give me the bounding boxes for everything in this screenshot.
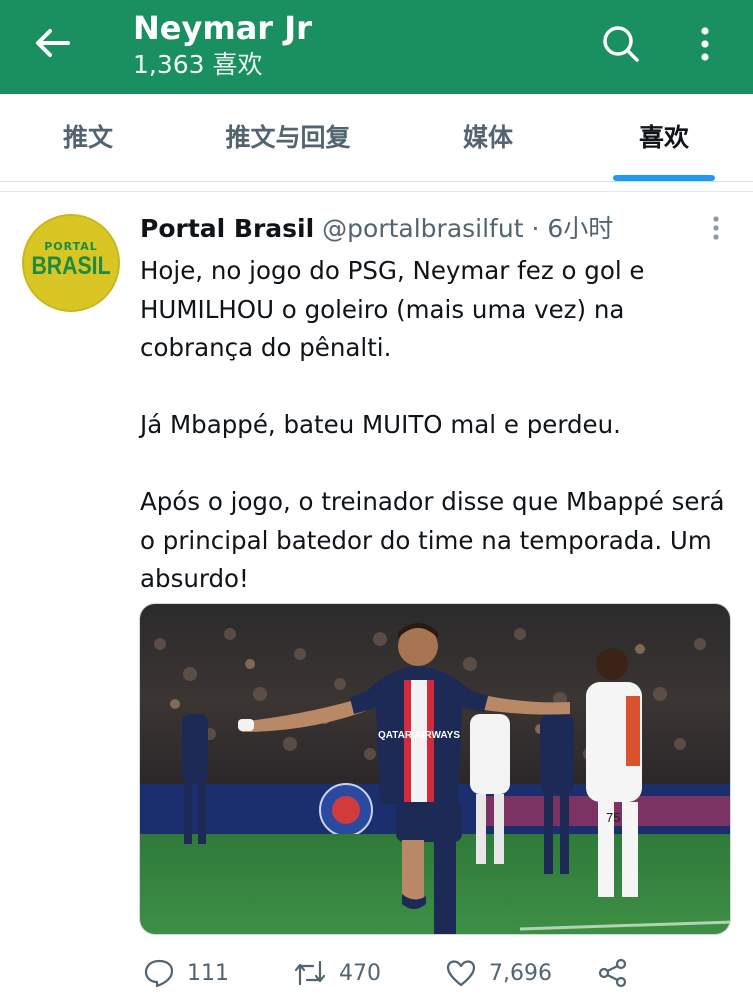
tab-tweets[interactable]: 推文 xyxy=(40,94,136,182)
jersey-sponsor-text: QATAR AIRWAYS xyxy=(378,730,460,741)
avatar-logo-text-main: BRASIL xyxy=(31,252,111,280)
search-button[interactable] xyxy=(597,20,645,68)
tweet-paragraph: Hoje, no jogo do PSG, Neymar fez o gol e… xyxy=(140,256,645,362)
more-vertical-icon xyxy=(701,27,709,61)
retweet-count: 470 xyxy=(339,960,381,986)
like-count: 7,696 xyxy=(489,960,552,986)
like-button[interactable]: 7,696 xyxy=(445,956,552,990)
avatar[interactable]: PORTAL BRASIL xyxy=(22,214,120,312)
tweet-timestamp[interactable]: 6小时 xyxy=(547,214,613,243)
tab-media[interactable]: 媒体 xyxy=(440,94,536,182)
retweet-icon xyxy=(294,960,326,986)
tabs-divider xyxy=(0,181,753,182)
tweet-paragraph: Já Mbappé, bateu MUITO mal e perdeu. xyxy=(140,410,621,439)
share-icon xyxy=(598,958,627,988)
author-name[interactable]: Portal Brasil xyxy=(140,214,314,243)
tweet-divider xyxy=(0,191,753,192)
tweet-text: Hoje, no jogo do PSG, Neymar fez o gol e… xyxy=(140,252,730,599)
football-celebration-image: 75 QATAR AIRWAYS xyxy=(140,604,730,934)
retweet-button[interactable]: 470 xyxy=(293,956,381,990)
tab-likes[interactable]: 喜欢 xyxy=(616,94,712,182)
more-options-button[interactable] xyxy=(684,20,726,68)
author-handle[interactable]: @portalbrasilfut xyxy=(322,214,523,243)
tweet-more-button[interactable] xyxy=(702,212,730,244)
tweet-paragraph: Após o jogo, o treinador disse que Mbapp… xyxy=(140,487,725,593)
arrow-left-icon xyxy=(36,29,70,57)
tweet-actions: 111 470 7,696 xyxy=(0,950,753,996)
search-icon xyxy=(603,26,639,62)
tweet-media-photo[interactable]: 75 QATAR AIRWAYS xyxy=(139,603,731,935)
likes-count-label: 1,363 喜欢 xyxy=(133,50,263,79)
tweet-header: Portal Brasil @portalbrasilfut · 6小时 xyxy=(140,210,613,248)
top-app-bar: Neymar Jr 1,363 喜欢 xyxy=(0,0,753,94)
reply-button[interactable]: 111 xyxy=(143,956,229,990)
profile-name: Neymar Jr xyxy=(133,9,312,47)
back-button[interactable] xyxy=(26,20,78,66)
more-vertical-icon xyxy=(713,216,719,240)
reply-icon xyxy=(144,959,174,988)
share-button[interactable] xyxy=(597,956,629,990)
tab-tweets-and-replies[interactable]: 推文与回复 xyxy=(205,94,371,182)
header-separator: · xyxy=(531,214,540,243)
profile-tabs: 推文 推文与回复 媒体 喜欢 xyxy=(0,94,753,182)
opponent-shorts-number: 75 xyxy=(606,810,620,825)
reply-count: 111 xyxy=(187,960,229,986)
heart-icon xyxy=(446,960,476,987)
profile-title-block: Neymar Jr 1,363 喜欢 xyxy=(133,8,312,82)
